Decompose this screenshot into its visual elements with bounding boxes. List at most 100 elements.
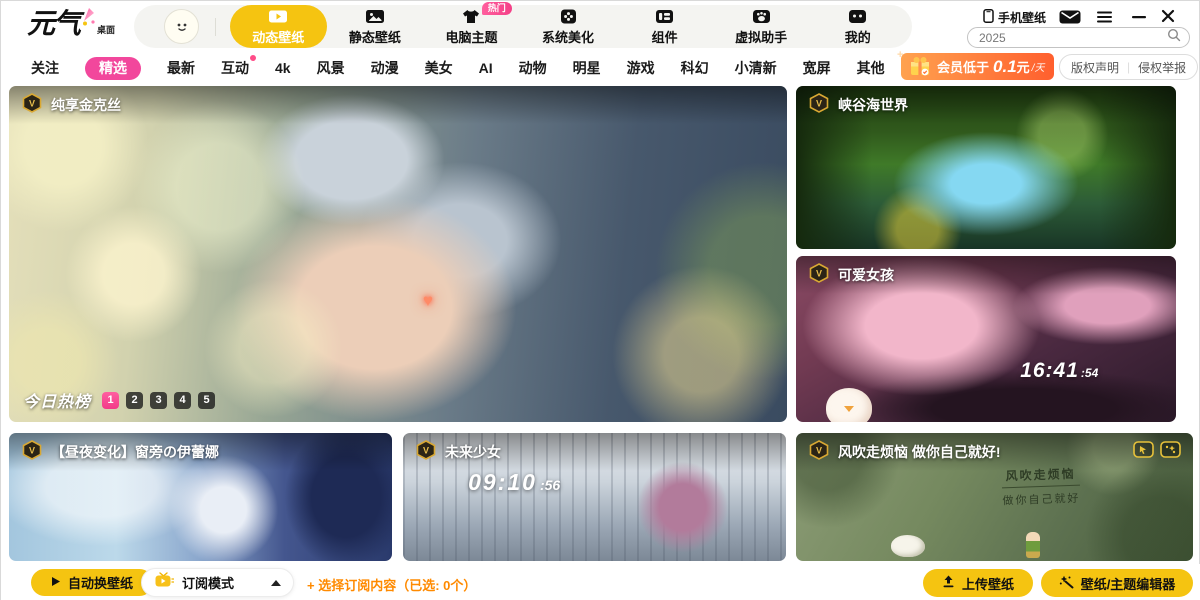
rank-button-1[interactable]: 1 <box>102 392 119 409</box>
app-window: 元气 桌面 <box>0 0 1200 600</box>
vip-icon: V <box>21 93 43 118</box>
sparkle-icon: + <box>897 49 903 61</box>
category-anime[interactable]: 动漫 <box>371 57 399 80</box>
search-bar <box>967 27 1190 48</box>
clock-overlay: 09:10:56 <box>468 469 560 496</box>
category-newest[interactable]: 最新 <box>167 57 195 80</box>
rank-button-2[interactable]: 2 <box>126 392 143 409</box>
auto-change-wallpaper-button[interactable]: 自动换壁纸 <box>31 569 153 596</box>
hamburger-menu-icon[interactable] <box>1097 11 1112 23</box>
search-input[interactable] <box>979 31 1167 45</box>
daily-hot-ranking: 今日热榜 1 2 3 4 5 <box>23 388 215 412</box>
wallpaper-card-future-girl[interactable]: V 未来少女 09:10:56 <box>403 433 786 561</box>
effects-icon[interactable] <box>1160 441 1181 463</box>
magic-wand-icon <box>1059 575 1074 592</box>
vip-icon: V <box>808 263 830 288</box>
logo-text: 元气 <box>27 9 79 39</box>
category-follow[interactable]: 关注 <box>31 57 59 80</box>
card-title: 峡谷海世界 <box>838 95 908 115</box>
upload-wallpaper-button[interactable]: 上传壁纸 <box>923 569 1033 597</box>
category-game[interactable]: 游戏 <box>627 57 655 80</box>
category-ai[interactable]: AI <box>479 57 493 80</box>
wallpaper-card-elaina[interactable]: V 【昼夜变化】窗旁の伊蕾娜 <box>9 433 392 561</box>
dynamic-wallpaper-icon <box>268 9 288 29</box>
chevron-up-icon <box>271 580 281 586</box>
virtual-assistant-icon <box>752 9 771 29</box>
app-logo: 元气 桌面 <box>27 8 115 39</box>
subscribe-mode-dropdown[interactable]: 订阅模式 <box>141 568 294 597</box>
upload-icon <box>942 575 955 591</box>
svg-text:V: V <box>816 445 822 455</box>
category-widescreen[interactable]: 宽屏 <box>803 57 831 80</box>
select-subscription-link[interactable]: + 选择订阅内容（已选: 0个） <box>307 575 476 594</box>
tab-label: 电脑主题 <box>445 31 497 44</box>
rank-button-3[interactable]: 3 <box>150 392 167 409</box>
category-animal[interactable]: 动物 <box>519 57 547 80</box>
wallpaper-card-cute-girl[interactable]: V 可爱女孩 16:41:54 <box>796 256 1176 422</box>
wallpaper-theme-editor-button[interactable]: 壁纸/主题编辑器 <box>1041 569 1193 597</box>
hot-badge: 热门 <box>482 2 512 15</box>
static-wallpaper-icon <box>365 9 385 29</box>
card-title: 未来少女 <box>445 442 501 462</box>
category-beauty[interactable]: 美女 <box>425 57 453 80</box>
rights-separator: | <box>1127 60 1130 74</box>
tab-label: 动态壁纸 <box>252 31 304 44</box>
category-scifi[interactable]: 科幻 <box>681 57 709 80</box>
tab-label: 虚拟助手 <box>735 31 787 44</box>
tab-widgets[interactable]: 组件 <box>616 5 713 48</box>
category-scenery[interactable]: 风景 <box>317 57 345 80</box>
main-navigation: 动态壁纸 静态壁纸 热门 电脑主题 <box>134 5 912 48</box>
rank-button-5[interactable]: 5 <box>198 392 215 409</box>
wallpaper-art-text: 风吹走烦恼 做你自己就好 <box>1002 465 1081 509</box>
card-header: V 未来少女 <box>403 433 786 471</box>
rank-button-4[interactable]: 4 <box>174 392 191 409</box>
phone-wallpaper-link[interactable]: 手机壁纸 <box>983 9 1046 26</box>
mail-icon[interactable] <box>1059 10 1081 24</box>
vip-icon: V <box>415 440 437 465</box>
category-other[interactable]: 其他 <box>857 57 885 80</box>
category-interactive[interactable]: 互动 <box>221 57 249 80</box>
svg-text:V: V <box>816 98 822 108</box>
phone-icon <box>983 9 994 26</box>
hot-ranking-label: 今日热榜 <box>23 388 91 412</box>
promo-unit: 元 <box>1017 57 1030 76</box>
wallpaper-card-hero[interactable]: V 纯享金克丝 ♥ 今日热榜 1 2 3 4 5 <box>9 86 787 422</box>
wallpaper-card-canyon[interactable]: V 峡谷海世界 <box>796 86 1176 249</box>
card-title: 可爱女孩 <box>838 265 894 285</box>
close-icon[interactable] <box>1161 9 1175 23</box>
category-star[interactable]: 明星 <box>573 57 601 80</box>
minimize-icon[interactable] <box>1132 11 1146 23</box>
category-featured[interactable]: 精选 <box>85 57 141 80</box>
tab-system-beautify[interactable]: 系统美化 <box>520 5 617 48</box>
vip-promo-banner[interactable]: + 会员低于 0.1 元 /天 <box>901 53 1054 80</box>
category-fresh[interactable]: 小清新 <box>735 57 777 80</box>
card-header: V 峡谷海世界 <box>796 86 1176 124</box>
report-link[interactable]: 侵权举报 <box>1138 59 1186 76</box>
profile-icon <box>848 9 867 29</box>
tab-pc-theme[interactable]: 热门 电脑主题 <box>423 5 520 48</box>
category-4k[interactable]: 4k <box>275 57 291 80</box>
heart-glow-icon: ♥ <box>423 291 433 311</box>
tv-icon <box>154 572 174 593</box>
cartoon-boy <box>1026 532 1040 558</box>
card-header: V 【昼夜变化】窗旁の伊蕾娜 <box>9 433 392 471</box>
tab-my[interactable]: 我的 <box>809 5 906 48</box>
logo-subtext: 桌面 <box>97 23 115 36</box>
promo-per: /天 <box>1032 59 1045 74</box>
smiley-avatar[interactable] <box>164 9 199 44</box>
tab-label: 我的 <box>845 31 871 44</box>
card-title: 纯享金克丝 <box>51 95 121 115</box>
search-icon[interactable] <box>1167 28 1181 47</box>
pc-theme-icon <box>461 9 481 29</box>
tab-label: 静态壁纸 <box>349 31 401 44</box>
svg-text:V: V <box>29 445 35 455</box>
vip-icon: V <box>21 440 43 465</box>
tab-static-wallpaper[interactable]: 静态壁纸 <box>327 5 424 48</box>
tab-label: 系统美化 <box>542 31 594 44</box>
tab-virtual-assistant[interactable]: 虚拟助手 <box>713 5 810 48</box>
wallpaper-card-wind[interactable]: V 风吹走烦恼 做你自己就好! <box>796 433 1193 561</box>
svg-text:V: V <box>816 268 822 278</box>
tab-dynamic-wallpaper[interactable]: 动态壁纸 <box>230 5 327 48</box>
copyright-link[interactable]: 版权声明 <box>1071 59 1119 76</box>
interact-icon[interactable] <box>1133 441 1154 463</box>
